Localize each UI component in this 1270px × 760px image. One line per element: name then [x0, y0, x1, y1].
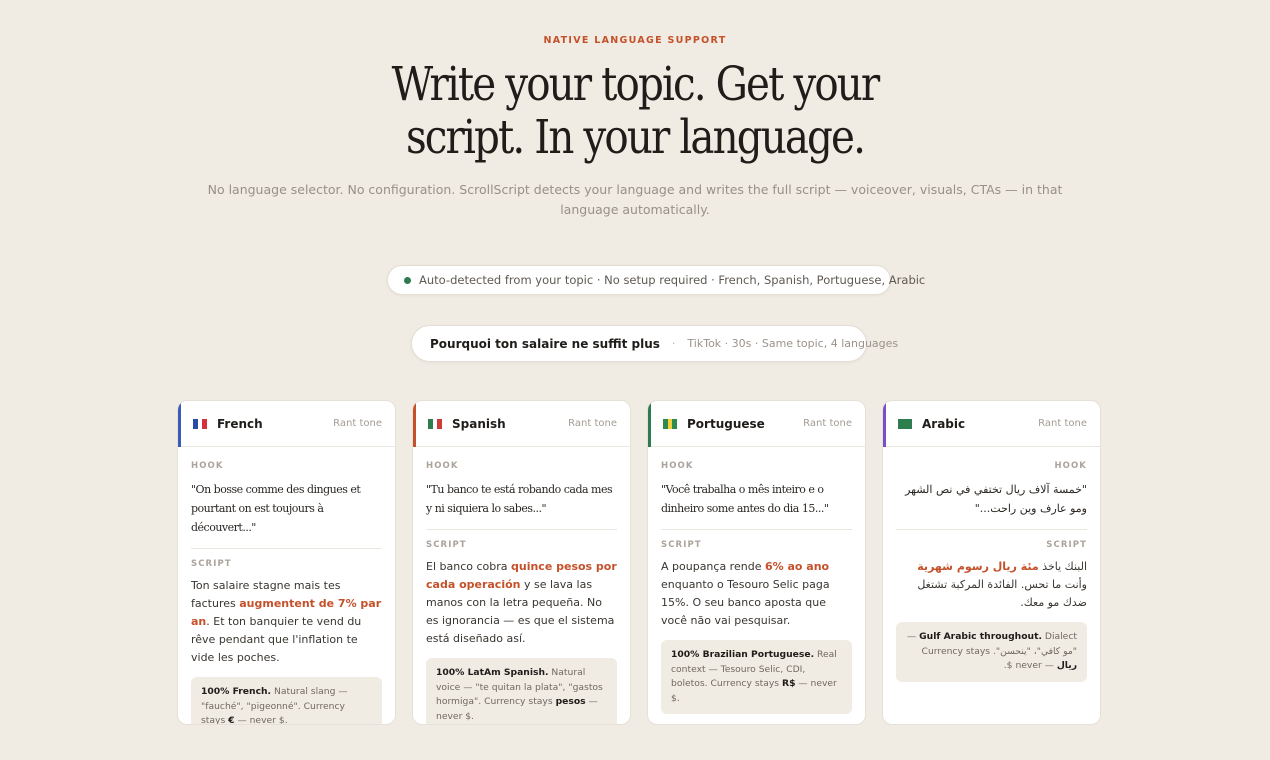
note-currency: pesos [555, 696, 586, 707]
hook-text: "On bosse comme des dingues et pourtant … [191, 483, 361, 534]
tone-label: Rant tone [1038, 418, 1087, 429]
headline-line-1: Write your topic. Get your [391, 57, 881, 112]
note-title: 100% LatAm Spanish. [436, 667, 549, 678]
card-body: HOOK "Tu banco te está robando cada mes … [413, 447, 630, 724]
card-accent-bar [883, 401, 886, 447]
flag-icon [898, 418, 913, 429]
card-accent-bar [413, 401, 416, 447]
topic-meta: TikTok · 30s · Same topic, 4 languages [687, 337, 899, 350]
flag-icon [663, 418, 678, 429]
topic-pill[interactable]: Pourquoi ton salaire ne suffit plus · Ti… [411, 325, 898, 362]
language-note: Gulf Arabic throughout. Dialect — "مو كا… [896, 622, 1087, 682]
divider [661, 529, 852, 530]
hook-text: "Você trabalha o mês inteiro e o dinheir… [661, 483, 829, 515]
eyebrow-label: NATIVE LANGUAGE SUPPORT [543, 35, 727, 46]
divider [191, 548, 382, 549]
script-text-start: El banco cobra [426, 560, 511, 573]
hook-text: "خمسة آلاف ريال تختفي في نص الشهر ومو عا… [905, 483, 1087, 515]
flag-icon [428, 418, 443, 429]
script-label: SCRIPT [1046, 540, 1087, 550]
hook-label: HOOK [1054, 461, 1087, 471]
script-label: SCRIPT [661, 540, 702, 550]
language-card-french: French Rant tone HOOK "On bosse comme de… [177, 400, 396, 725]
hook-text: "Tu banco te está robando cada mes y ni … [426, 483, 613, 515]
tone-label: Rant tone [803, 418, 852, 429]
note-title: 100% French. [201, 686, 272, 697]
hook-label: HOOK [661, 461, 694, 471]
language-name: Portuguese [687, 416, 765, 431]
auto-detect-text: Auto-detected from your topic · No setup… [419, 273, 926, 287]
card-body: HOOK "خمسة آلاف ريال تختفي في نص الشهر و… [883, 447, 1100, 682]
flag-icon [193, 418, 208, 429]
card-accent-bar [648, 401, 651, 447]
script-text: A poupança rende 6% ao ano enquanto o Te… [661, 558, 852, 630]
flag-stripe [672, 418, 678, 429]
script-text-end: وأنت ما تحس. الفائدة المركبة تشتغل ضدك م… [917, 578, 1087, 609]
note-text-end: — never $. [1003, 660, 1057, 671]
card-header: Arabic Rant tone [883, 401, 1100, 447]
tone-label: Rant tone [568, 418, 617, 429]
topic-title: Pourquoi ton salaire ne suffit plus [430, 336, 660, 351]
card-accent-bar [178, 401, 181, 447]
card-header: Spanish Rant tone [413, 401, 630, 447]
status-dot-icon [404, 276, 411, 284]
script-text: El banco cobra quince pesos por cada ope… [426, 558, 617, 648]
language-name: French [217, 416, 263, 431]
divider [896, 529, 1087, 530]
script-highlight: 6% ao ano [764, 560, 830, 573]
language-note: 100% French. Natural slang — "fauché", "… [191, 677, 382, 725]
script-text: البنك ياخذ مئة ريال رسوم شهرية وأنت ما ت… [896, 558, 1087, 612]
flag-stripe [437, 418, 443, 429]
divider [426, 529, 617, 530]
language-name: Arabic [922, 416, 966, 431]
flag-stripe [202, 418, 208, 429]
script-label: SCRIPT [191, 559, 232, 569]
script-text-end: enquanto o Tesouro Selic paga 15%. O seu… [661, 578, 830, 627]
script-highlight: مئة ريال رسوم شهرية [917, 560, 1039, 573]
note-title: Gulf Arabic throughout. [919, 631, 1042, 642]
script-text: Ton salaire stagne mais tes factures aug… [191, 577, 382, 667]
language-card-spanish: Spanish Rant tone HOOK "Tu banco te está… [412, 400, 631, 725]
language-note: 100% Brazilian Portuguese. Real context … [661, 640, 852, 714]
flag-stripe [907, 418, 913, 429]
card-body: HOOK "Você trabalha o mês inteiro e o di… [648, 447, 865, 714]
tone-label: Rant tone [333, 418, 382, 429]
note-currency: ريال [1056, 660, 1077, 671]
auto-detect-pill: Auto-detected from your topic · No setup… [387, 265, 925, 295]
card-header: French Rant tone [178, 401, 395, 447]
script-text-start: A poupança rende [661, 560, 765, 573]
page-title: Write your topic. Get your script. In yo… [89, 58, 1181, 164]
language-card-portuguese: Portuguese Rant tone HOOK "Você trabalha… [647, 400, 866, 725]
hook-label: HOOK [426, 461, 459, 471]
language-note: 100% LatAm Spanish. Natural voice — "te … [426, 658, 617, 724]
note-currency: R$ [782, 678, 796, 689]
subtitle: No language selector. No configuration. … [207, 182, 1063, 217]
language-card-arabic: Arabic Rant tone HOOK "خمسة آلاف ريال تخ… [882, 400, 1101, 725]
script-text-start: البنك ياخذ [1038, 560, 1087, 573]
card-body: HOOK "On bosse comme des dingues et pour… [178, 447, 395, 725]
note-title: 100% Brazilian Portuguese. [671, 649, 815, 660]
script-label: SCRIPT [426, 540, 467, 550]
headline-line-2: script. In your language. [405, 110, 866, 165]
note-text-end: — never $. [234, 715, 288, 725]
language-name: Spanish [452, 416, 506, 431]
topic-separator: · [671, 337, 676, 350]
card-header: Portuguese Rant tone [648, 401, 865, 447]
hook-label: HOOK [191, 461, 224, 471]
script-text-end: . Et ton banquier te vend du rêve pendan… [191, 615, 362, 664]
